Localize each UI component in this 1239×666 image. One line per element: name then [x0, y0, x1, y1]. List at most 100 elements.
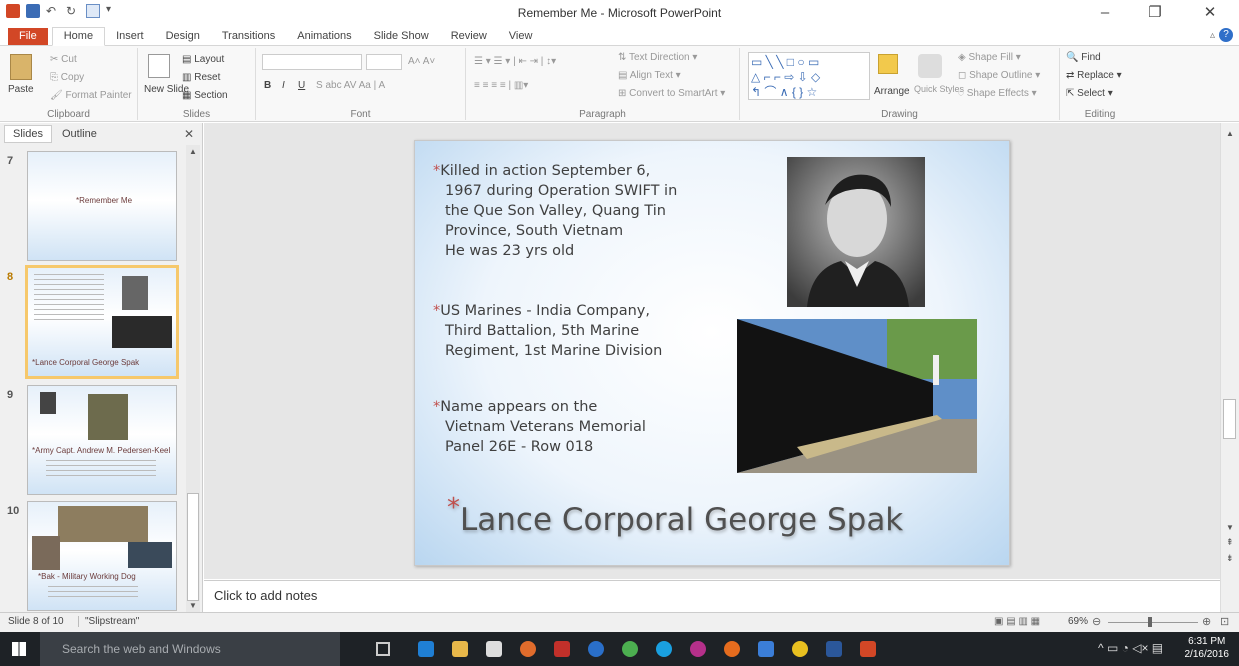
find-button[interactable]: 🔍 Find	[1066, 52, 1101, 63]
cut-button[interactable]: ✂ Cut	[50, 54, 77, 65]
scroll-down-icon[interactable]: ▼	[189, 601, 197, 610]
convert-smartart-button[interactable]: ⊞ Convert to SmartArt ▾	[618, 88, 725, 99]
alignment-icons[interactable]: ≡ ≡ ≡ ≡ | ▥▾	[474, 80, 528, 91]
view-buttons[interactable]: ▣ ▤ ▥ ▦	[994, 616, 1040, 627]
next-slide-icon[interactable]: ⇟	[1226, 553, 1234, 564]
underline-button[interactable]: U	[298, 80, 305, 91]
app-icon[interactable]	[690, 641, 706, 657]
arrange-button[interactable]: Arrange	[874, 86, 910, 97]
slide-thumbnail-9[interactable]: *Army Capt. Andrew M. Pedersen-Keel	[27, 385, 177, 495]
chrome-icon[interactable]	[792, 641, 808, 657]
zoom-level[interactable]: 69%	[1068, 616, 1088, 627]
edge-icon[interactable]	[418, 641, 434, 657]
arrange-icon[interactable]	[878, 54, 898, 74]
zoom-slider-thumb[interactable]	[1148, 617, 1152, 627]
slide-canvas[interactable]: *Killed in action September 6, 1967 duri…	[414, 140, 1010, 566]
powerpoint-taskbar-icon[interactable]	[860, 641, 876, 657]
slide-title[interactable]: *Lance Corporal George Spak	[447, 493, 903, 538]
paste-button[interactable]: Paste	[8, 84, 34, 95]
tab-animations[interactable]: Animations	[286, 28, 362, 45]
notes-pane[interactable]: Click to add notes	[204, 580, 1220, 612]
font-size-dropdown[interactable]	[366, 54, 402, 70]
slide-thumbnail-10[interactable]: *Bak - Military Working Dog	[27, 501, 177, 611]
align-text-button[interactable]: ▤ Align Text ▾	[618, 70, 681, 81]
taskbar-clock[interactable]: 6:31 PM 2/16/2016	[1185, 635, 1230, 661]
shape-effects-button[interactable]: ◌ Shape Effects ▾	[958, 88, 1037, 99]
minimize-ribbon-icon[interactable]: ▵	[1210, 30, 1215, 41]
help-icon[interactable]: ?	[1219, 28, 1233, 42]
slide-thumbnail-7[interactable]: *Remember Me	[27, 151, 177, 261]
bullets-icons[interactable]: ☰ ▾ ☰ ▾ | ⇤ ⇥ | ↕▾	[474, 56, 556, 67]
bold-button[interactable]: B	[264, 80, 271, 91]
scroll-down-icon[interactable]: ▼	[1226, 523, 1234, 532]
skype-icon[interactable]	[656, 641, 672, 657]
task-view-icon[interactable]	[376, 642, 390, 656]
slide-thumbnail-8[interactable]: *Lance Corporal George Spak	[25, 265, 179, 379]
app-icon[interactable]	[758, 641, 774, 657]
fit-to-window-icon[interactable]: ⊡	[1220, 615, 1229, 628]
slides-scrollbar[interactable]: ▲ ▼	[186, 145, 200, 612]
tab-insert[interactable]: Insert	[105, 28, 155, 45]
windows-start-icon[interactable]	[12, 642, 26, 656]
layout-button[interactable]: ▤ Layout	[182, 54, 224, 65]
scrollbar-thumb[interactable]	[1223, 399, 1236, 439]
font-name-dropdown[interactable]	[262, 54, 362, 70]
word-icon[interactable]	[826, 641, 842, 657]
bullet-memorial[interactable]: *Name appears on the Vietnam Veterans Me…	[433, 397, 646, 457]
store-icon[interactable]	[486, 641, 502, 657]
select-button[interactable]: ⇱ Select ▾	[1066, 88, 1113, 99]
shape-fill-button[interactable]: ◈ Shape Fill ▾	[958, 52, 1021, 63]
bullet-killed-in-action[interactable]: *Killed in action September 6, 1967 duri…	[433, 161, 677, 261]
zoom-slider[interactable]	[1108, 622, 1198, 623]
text-direction-button[interactable]: ⇅ Text Direction ▾	[618, 52, 697, 63]
tab-view[interactable]: View	[498, 28, 544, 45]
browser-icon[interactable]	[520, 641, 536, 657]
section-button[interactable]: ▦ Section	[182, 90, 228, 101]
copy-button[interactable]: ⎘ Copy	[50, 72, 84, 83]
tab-slide-show[interactable]: Slide Show	[363, 28, 440, 45]
tab-review[interactable]: Review	[440, 28, 498, 45]
new-slide-icon[interactable]	[148, 54, 170, 78]
previous-slide-icon[interactable]: ⇞	[1226, 537, 1234, 548]
format-painter-button[interactable]: 🖌 Format Painter	[50, 90, 132, 101]
quick-styles-icon[interactable]	[918, 54, 942, 78]
taskbar-search-box[interactable]: Search the web and Windows	[40, 632, 340, 666]
italic-button[interactable]: I	[282, 80, 285, 91]
app-icon[interactable]	[622, 641, 638, 657]
grow-shrink-font-icon[interactable]: A˄ A˅	[408, 56, 435, 67]
quick-styles-button[interactable]: Quick Styles	[914, 84, 964, 94]
tab-outline[interactable]: Outline	[54, 126, 105, 142]
zoom-out-icon[interactable]: ⊖	[1092, 615, 1101, 628]
minimize-button[interactable]: –	[1090, 2, 1120, 24]
scrollbar-thumb[interactable]	[187, 493, 199, 601]
tab-slides[interactable]: Slides	[4, 125, 52, 143]
reset-button[interactable]: ▥ Reset	[182, 72, 220, 83]
paragraph-group: ☰ ▾ ☰ ▾ | ⇤ ⇥ | ↕▾ ≡ ≡ ≡ ≡ | ▥▾ ⇅ Text D…	[466, 48, 740, 120]
app-icon[interactable]	[588, 641, 604, 657]
firefox-icon[interactable]	[724, 641, 740, 657]
restore-button[interactable]: ❐	[1140, 2, 1170, 24]
system-tray-icons[interactable]: ^ ▭ ◔ ◁× ▤	[1098, 641, 1163, 655]
scroll-up-icon[interactable]: ▲	[189, 147, 197, 156]
close-pane-icon[interactable]: ✕	[184, 127, 194, 141]
bullet-text: Killed in action September 6,	[440, 163, 651, 179]
close-button[interactable]: ✕	[1195, 2, 1225, 24]
tab-transitions[interactable]: Transitions	[211, 28, 286, 45]
scroll-up-icon[interactable]: ▲	[1226, 129, 1234, 138]
bullet-unit[interactable]: *US Marines - India Company, Third Batta…	[433, 301, 662, 361]
replace-button[interactable]: ⇄ Replace ▾	[1066, 70, 1122, 81]
tab-file[interactable]: File	[8, 28, 48, 45]
font-format-icons[interactable]: S abc AV Aa | A	[316, 80, 385, 91]
bullet-line: Regiment, 1st Marine Division	[445, 343, 663, 359]
file-explorer-icon[interactable]	[452, 641, 468, 657]
paste-icon[interactable]	[10, 54, 32, 80]
acrobat-icon[interactable]	[554, 641, 570, 657]
memorial-wall-photo[interactable]	[737, 319, 977, 473]
zoom-in-icon[interactable]: ⊕	[1202, 615, 1211, 628]
tab-home[interactable]: Home	[51, 27, 106, 46]
editor-scrollbar[interactable]: ▲ ▼ ⇞ ⇟	[1220, 123, 1239, 612]
portrait-photo[interactable]	[787, 157, 925, 307]
shapes-gallery[interactable]: ▭ ╲ ╲ □ ○ ▭ △ ⌐ ⌐ ⇨ ⇩ ◇ ↰ ⌒ ∧ { } ☆	[748, 52, 870, 100]
shape-outline-button[interactable]: ◻ Shape Outline ▾	[958, 70, 1040, 81]
tab-design[interactable]: Design	[155, 28, 211, 45]
